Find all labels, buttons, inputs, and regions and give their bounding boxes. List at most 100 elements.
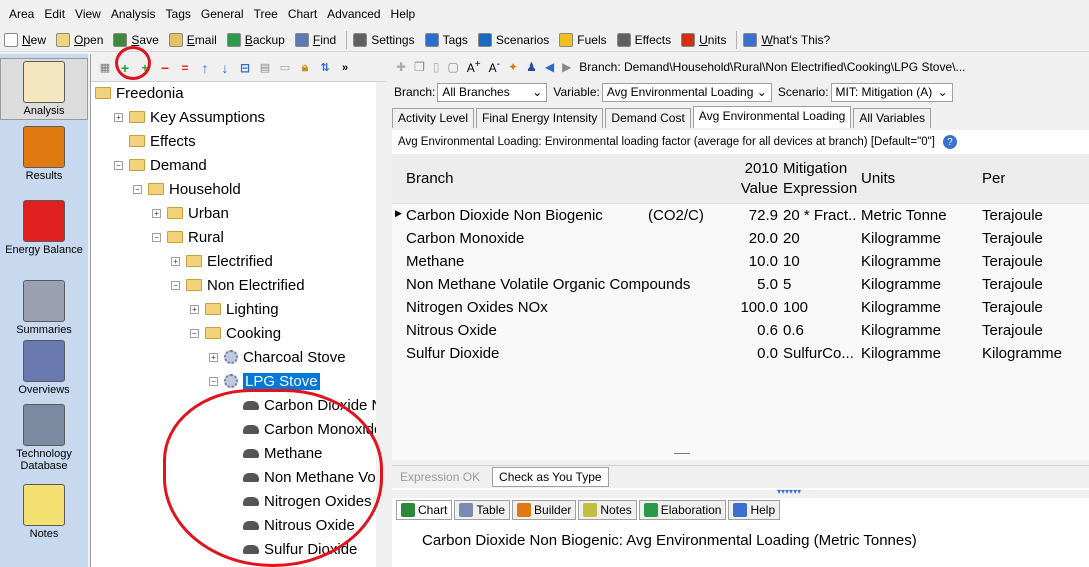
tree-node[interactable]: − Household <box>133 178 241 200</box>
tab-chart[interactable]: Chart <box>396 500 453 520</box>
expand-icon[interactable]: ▤ <box>255 58 275 78</box>
outline-icon[interactable]: ⊟ <box>235 58 255 78</box>
tagsbutton[interactable]: Tags <box>424 32 468 47</box>
tree-node[interactable]: − Rural <box>152 226 224 248</box>
tab-activity-level[interactable]: Activity Level <box>392 108 475 128</box>
tree-node[interactable]: − Cooking <box>190 322 281 344</box>
menu-tree[interactable]: Tree <box>249 7 283 21</box>
header-value-year[interactable]: 2010 <box>732 160 778 177</box>
collapse-icon[interactable]: − <box>114 160 123 170</box>
help-icon[interactable]: ? <box>942 135 957 149</box>
collapse-icon[interactable]: − <box>133 184 142 194</box>
what-s-this-button[interactable]: What's This? <box>743 32 830 47</box>
tab-demand-cost[interactable]: Demand Cost <box>605 108 691 128</box>
add-icon[interactable]: ✚ <box>396 60 406 74</box>
menu-edit[interactable]: Edit <box>39 7 70 21</box>
header-branch[interactable]: Branch <box>406 170 454 187</box>
folder-icon[interactable]: ▭ <box>275 58 295 78</box>
menu-view[interactable]: View <box>70 7 106 21</box>
pin-icon[interactable]: ✦ <box>508 60 518 74</box>
header-mitigation[interactable]: Mitigation <box>783 160 847 177</box>
view-energy-balance[interactable]: Energy Balance <box>0 198 88 270</box>
menu-analysis[interactable]: Analysis <box>106 7 161 21</box>
findbutton[interactable]: Find <box>294 32 336 47</box>
expand-icon[interactable]: + <box>171 256 180 266</box>
collapse-icon[interactable]: − <box>190 328 199 338</box>
expand-icon[interactable]: + <box>190 304 199 314</box>
menu-help[interactable]: Help <box>386 7 421 21</box>
move-down-icon[interactable]: ↓ <box>215 58 235 78</box>
openbutton[interactable]: Open <box>56 32 103 47</box>
emailbutton[interactable]: Email <box>168 32 217 47</box>
cell-expression[interactable]: 0.6 <box>783 322 857 339</box>
menu-general[interactable]: General <box>196 7 249 21</box>
delete-branch-icon[interactable]: − <box>155 58 175 78</box>
tab-final-energy-intensity[interactable]: Final Energy Intensity <box>476 108 604 128</box>
delete-all-icon[interactable]: = <box>175 58 195 78</box>
more-icon[interactable]: » <box>335 58 355 78</box>
tree-node[interactable]: Freedonia <box>95 82 184 104</box>
table-row[interactable]: Nitrous Oxide 0.6 0.6 Kilogramme Terajoule <box>392 320 1089 343</box>
tree-node[interactable]: + Lighting <box>190 298 279 320</box>
tree-node[interactable]: − Non Electrified <box>171 274 305 296</box>
tab-help[interactable]: Help <box>728 500 781 520</box>
collapse-icon[interactable]: − <box>171 280 180 290</box>
copy-icon[interactable]: ❐ <box>414 60 425 74</box>
font-up-icon[interactable]: A+ <box>467 59 481 75</box>
check-as-you-type-button[interactable]: Check as You Type <box>492 467 609 487</box>
expand-icon[interactable]: + <box>114 112 123 122</box>
cell-expression[interactable]: 5 <box>783 276 857 293</box>
tree-properties-icon[interactable]: ▦ <box>95 58 115 78</box>
cell-expression[interactable]: 20 * Fract... <box>783 207 857 224</box>
tree-node[interactable]: + Charcoal Stove <box>209 346 346 368</box>
view-notes[interactable]: Notes <box>0 482 88 544</box>
fuelsbutton[interactable]: Fuels <box>559 32 607 47</box>
savebutton[interactable]: Save <box>113 32 159 47</box>
cell-expression[interactable]: 10 <box>783 253 857 270</box>
view-results[interactable]: Results <box>0 124 88 188</box>
scenario-select[interactable]: MIT: Mitigation (A) ⌄ <box>830 82 953 102</box>
tree-node[interactable]: Effects <box>114 130 196 152</box>
users-icon[interactable]: ♟ <box>526 60 537 74</box>
settingsbutton[interactable]: Settings <box>353 32 415 47</box>
table-row[interactable]: Nitrogen Oxides NOx 100.0 100 Kilogramme Ter… <box>392 297 1089 320</box>
lock-icon[interactable]: 🔒︎ <box>295 58 315 78</box>
cell-expression[interactable]: SulfurCo... <box>783 345 857 362</box>
font-down-icon[interactable]: A- <box>489 59 500 75</box>
tab-builder[interactable]: Builder <box>512 500 577 520</box>
menu-advanced[interactable]: Advanced <box>322 7 385 21</box>
tree-node[interactable]: + Urban <box>152 202 229 224</box>
menu-tags[interactable]: Tags <box>161 7 196 21</box>
variable-select[interactable]: Avg Environmental Loading ⌄ <box>601 82 772 102</box>
tree-node[interactable]: − Demand <box>114 154 207 176</box>
tab-notes[interactable]: Notes <box>578 500 637 520</box>
newbutton[interactable]: New <box>4 32 46 47</box>
table-row[interactable]: Sulfur Dioxide 0.0 SulfurCo... Kilogramme Ki… <box>392 343 1089 366</box>
splitter-bottom[interactable]: ▾▾▾▾▾▾ <box>392 487 1089 498</box>
view-summaries[interactable]: Summaries <box>0 278 88 336</box>
collapse-arrows-icon[interactable]: ▾▾▾▾▾▾ <box>777 487 801 496</box>
cell-expression[interactable]: 100 <box>783 299 857 316</box>
expand-icon[interactable]: + <box>152 208 161 218</box>
table-row[interactable]: ▶ Carbon Dioxide Non Biogenic (CO2/C) 72.9 2… <box>392 205 1089 228</box>
paste-icon[interactable]: ▯ <box>433 60 440 74</box>
view-technology-database[interactable]: Technology Database <box>0 402 88 476</box>
expand-icon[interactable]: + <box>209 352 218 362</box>
tab-avg-environmental-loading[interactable]: Avg Environmental Loading <box>692 106 852 128</box>
collapse-icon[interactable]: − <box>209 376 218 386</box>
tab-elaboration[interactable]: Elaboration <box>638 500 727 520</box>
branch-select[interactable]: All Branches ⌄ <box>437 82 548 102</box>
effectsbutton[interactable]: Effects <box>616 32 671 47</box>
tab-all-variables[interactable]: All Variables <box>853 108 932 128</box>
menu-area[interactable]: Area <box>4 7 39 21</box>
header-per[interactable]: Per <box>982 170 1005 187</box>
table-row[interactable]: Methane 10.0 10 Kilogramme Terajoule <box>392 251 1089 274</box>
table-row[interactable]: Carbon Monoxide 20.0 20 Kilogramme Terajoule <box>392 228 1089 251</box>
back-icon[interactable]: ◀ <box>545 60 554 74</box>
view-overviews[interactable]: Overviews <box>0 338 88 396</box>
tree-node[interactable]: + Electrified <box>171 250 273 272</box>
move-up-icon[interactable]: ↑ <box>195 58 215 78</box>
unitsbutton[interactable]: Units <box>681 32 726 47</box>
header-value[interactable]: Value <box>732 180 778 197</box>
clear-icon[interactable]: ▢ <box>447 60 458 74</box>
